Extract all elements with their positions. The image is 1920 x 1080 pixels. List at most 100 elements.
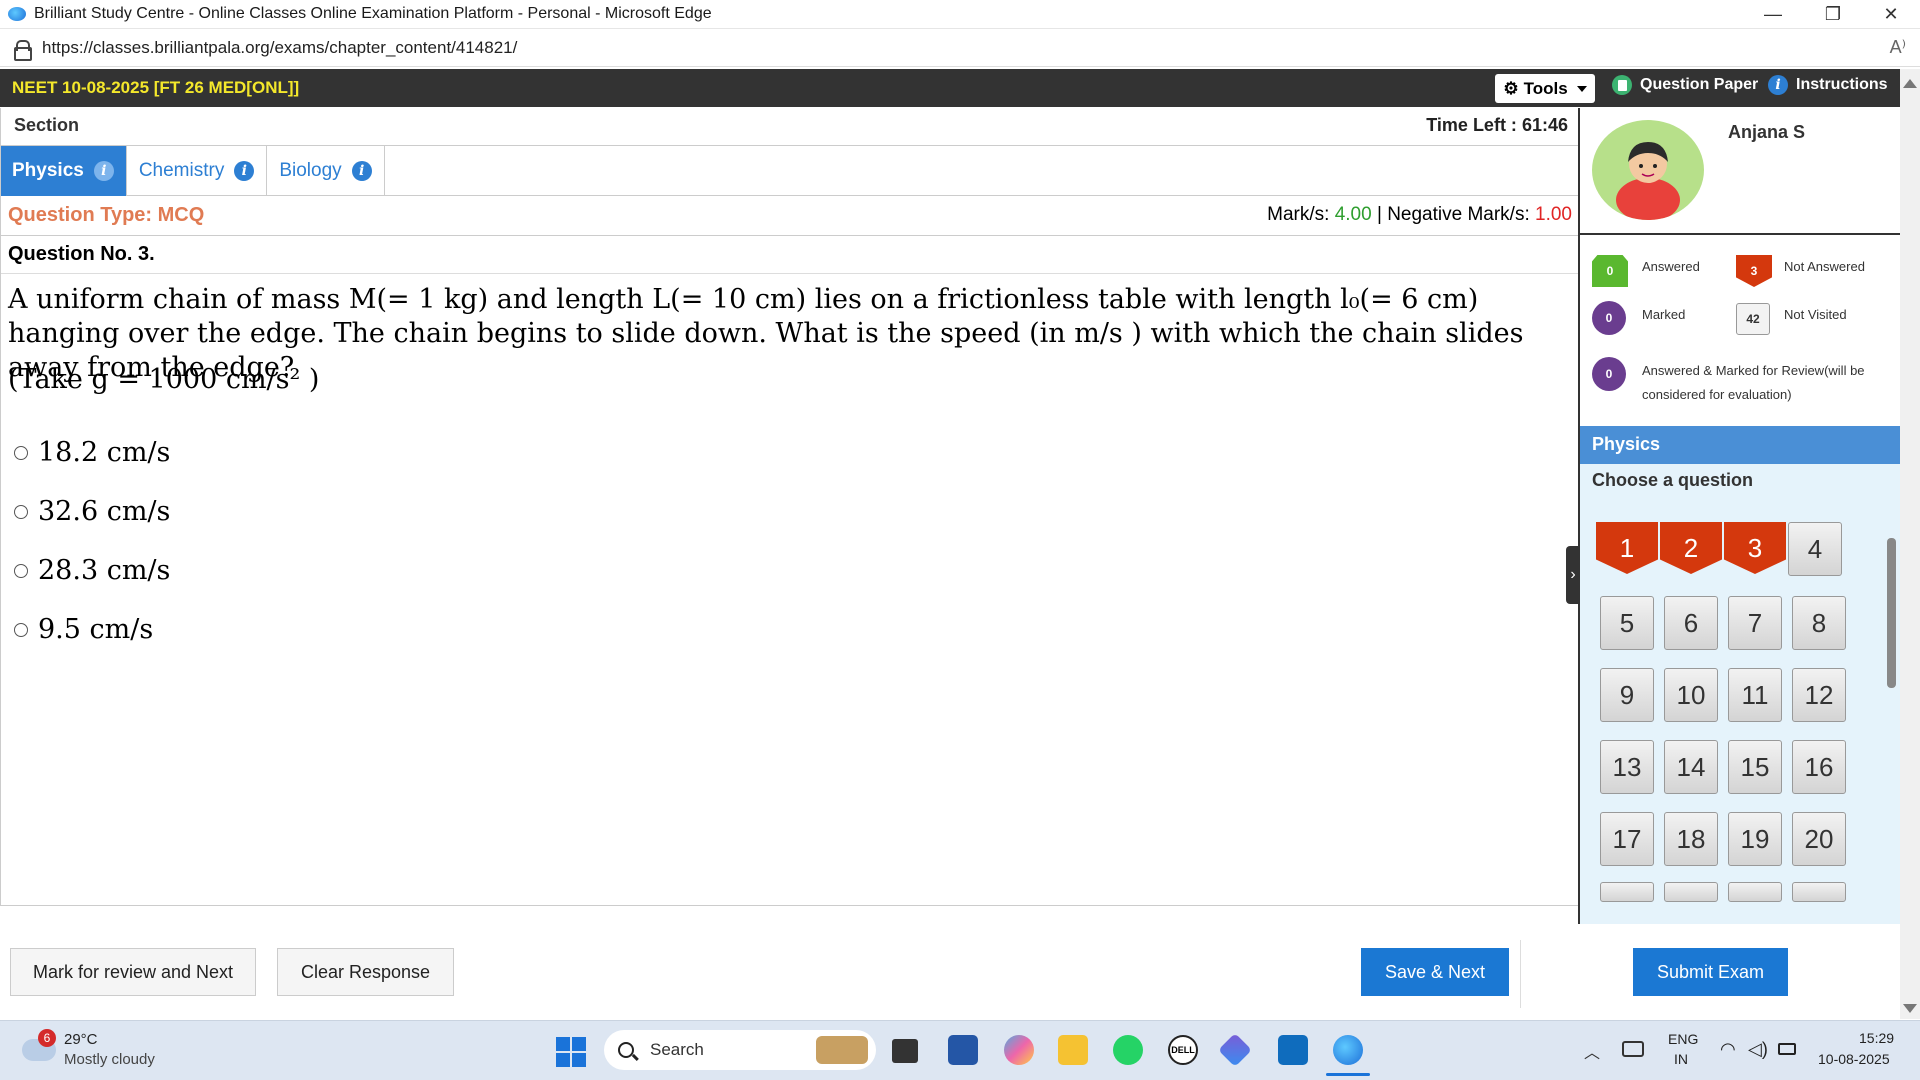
option-c[interactable]: 28.3 cm/s (14, 555, 170, 586)
question-button-10[interactable]: 10 (1664, 668, 1718, 722)
scrollbar-thumb[interactable] (1887, 538, 1896, 688)
weather-condition: Mostly cloudy (64, 1051, 155, 1068)
app-icon[interactable] (1218, 1033, 1252, 1067)
radio-button[interactable] (14, 445, 28, 460)
instructions-label: Instructions (1796, 76, 1888, 93)
submit-exam-button[interactable]: Submit Exam (1633, 948, 1788, 996)
question-button-20[interactable]: 20 (1792, 812, 1846, 866)
question-button-15[interactable]: 15 (1728, 740, 1782, 794)
question-button-9[interactable]: 9 (1600, 668, 1654, 722)
question-paper-link[interactable]: Question Paper (1612, 75, 1758, 95)
question-button-14[interactable]: 14 (1664, 740, 1718, 794)
question-button-4[interactable]: 4 (1788, 522, 1842, 576)
wifi-icon[interactable]: ◠ (1720, 1039, 1736, 1060)
radio-button[interactable] (14, 622, 28, 637)
option-a[interactable]: 18.2 cm/s (14, 437, 170, 468)
dell-icon[interactable]: DELL (1168, 1035, 1198, 1065)
question-button-18[interactable]: 18 (1664, 812, 1718, 866)
palette-scrollbar[interactable] (1884, 520, 1898, 894)
store-icon[interactable] (948, 1035, 978, 1065)
question-type-row: Question Type: MCQ Mark/s: 4.00 | Negati… (0, 196, 1578, 236)
question-paper-label: Question Paper (1640, 76, 1759, 93)
url-text[interactable]: https://classes.brilliantpala.org/exams/… (42, 38, 517, 58)
question-button-2[interactable]: 2 (1660, 522, 1722, 574)
question-button-5[interactable]: 5 (1600, 596, 1654, 650)
clock-date[interactable]: 10-08-2025 (1818, 1051, 1890, 1067)
address-bar[interactable]: https://classes.brilliantpala.org/exams/… (0, 29, 1920, 67)
question-button-8[interactable]: 8 (1792, 596, 1846, 650)
question-button-11[interactable]: 11 (1728, 668, 1782, 722)
language-code[interactable]: ENG (1668, 1031, 1698, 1047)
divider (1520, 940, 1521, 1008)
clock-time[interactable]: 15:29 (1859, 1030, 1894, 1046)
radio-button[interactable] (14, 563, 28, 578)
region-code[interactable]: IN (1674, 1051, 1688, 1067)
minimize-button[interactable]: — (1746, 0, 1800, 29)
chevron-up-icon[interactable]: ︿ (1584, 1039, 1600, 1063)
option-label: 9.5 cm/s (38, 614, 154, 645)
whatsapp-icon[interactable] (1113, 1035, 1143, 1065)
question-button-19[interactable]: 19 (1728, 812, 1782, 866)
battery-saver-icon[interactable] (1622, 1041, 1644, 1057)
tab-chemistry[interactable]: Chemistry i (127, 146, 268, 196)
window-title: Brilliant Study Centre - Online Classes … (34, 5, 712, 22)
question-button-12[interactable]: 12 (1792, 668, 1846, 722)
mark-for-review-button[interactable]: Mark for review and Next (10, 948, 256, 996)
option-label: 32.6 cm/s (38, 496, 171, 527)
question-button-partial[interactable] (1664, 882, 1718, 902)
question-button-16[interactable]: 16 (1792, 740, 1846, 794)
maximize-button[interactable]: ❐ (1806, 0, 1860, 29)
time-left: Time Left : 61:46 (1426, 115, 1568, 136)
file-explorer-icon[interactable] (1058, 1035, 1088, 1065)
time-left-value: 61:46 (1521, 115, 1568, 135)
read-aloud-icon[interactable]: A⁾ (1890, 37, 1906, 58)
legend-not-answered-label: Not Answered (1784, 259, 1865, 274)
question-button-1[interactable]: 1 (1596, 522, 1658, 574)
question-button-13[interactable]: 13 (1600, 740, 1654, 794)
divider (0, 905, 1578, 906)
question-button-partial[interactable] (1600, 882, 1654, 902)
taskbar-search[interactable]: Search (604, 1030, 876, 1070)
info-icon[interactable]: i (234, 161, 255, 181)
edge-icon[interactable] (1333, 1035, 1363, 1065)
volume-icon[interactable]: ◁) (1748, 1039, 1768, 1060)
choose-question-label: Choose a question (1592, 470, 1754, 490)
lock-icon[interactable] (14, 39, 32, 61)
battery-icon[interactable] (1778, 1043, 1796, 1055)
tab-physics[interactable]: Physics i (0, 146, 127, 196)
instructions-link[interactable]: i Instructions (1768, 75, 1888, 95)
option-label: 18.2 cm/s (38, 437, 171, 468)
question-button-6[interactable]: 6 (1664, 596, 1718, 650)
question-button-7[interactable]: 7 (1728, 596, 1782, 650)
info-icon[interactable]: i (93, 161, 114, 181)
windows-start-icon[interactable] (556, 1037, 586, 1067)
radio-button[interactable] (14, 504, 28, 519)
windows-taskbar: 6 29°C Mostly cloudy Search DELL ︿ ENG I… (0, 1020, 1920, 1080)
not-answered-icon: 3 (1736, 255, 1772, 287)
question-button-partial[interactable] (1728, 882, 1782, 902)
collapse-panel-toggle[interactable]: › (1566, 546, 1580, 604)
info-icon[interactable]: i (351, 161, 372, 181)
info-icon: i (1768, 75, 1788, 95)
copilot-icon[interactable] (1004, 1035, 1034, 1065)
clear-response-button[interactable]: Clear Response (277, 948, 454, 996)
page-scrollbar[interactable] (1900, 69, 1920, 1019)
question-button-17[interactable]: 17 (1600, 812, 1654, 866)
save-next-button[interactable]: Save & Next (1361, 948, 1509, 996)
question-button-partial[interactable] (1792, 882, 1846, 902)
option-b[interactable]: 32.6 cm/s (14, 496, 170, 527)
question-button-3[interactable]: 3 (1724, 522, 1786, 574)
tools-label: Tools (1523, 78, 1568, 98)
exam-title: NEET 10-08-2025 [FT 26 MED[ONL]] (12, 78, 300, 97)
scroll-down-icon[interactable] (1903, 1004, 1917, 1013)
task-view-icon[interactable] (892, 1039, 918, 1063)
close-window-button[interactable]: ✕ (1864, 0, 1918, 29)
scroll-up-icon[interactable] (1903, 79, 1917, 88)
negative-marks-label: Negative Mark/s: (1387, 204, 1530, 225)
option-d[interactable]: 9.5 cm/s (14, 614, 153, 645)
tab-biology[interactable]: Biology i (267, 146, 385, 196)
outlook-icon[interactable] (1278, 1035, 1308, 1065)
tools-dropdown[interactable]: ⚙ Tools (1495, 74, 1595, 103)
active-app-indicator (1326, 1073, 1370, 1076)
not-visited-icon: 42 (1736, 303, 1770, 335)
